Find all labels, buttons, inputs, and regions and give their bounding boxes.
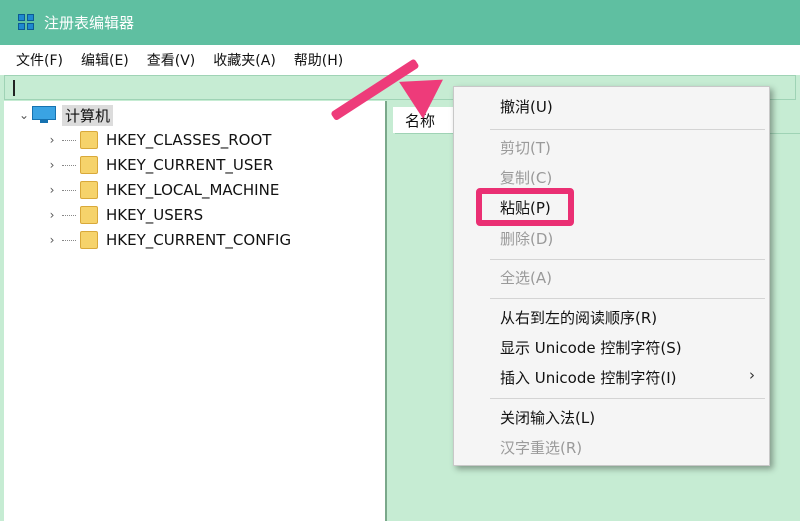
menu-item-reconversion[interactable]: 汉字重选(R) [500, 436, 582, 460]
menu-item-undo[interactable]: 撤消(U) [500, 95, 553, 119]
tree-connector [62, 164, 76, 166]
chevron-right-icon[interactable]: › [44, 158, 60, 172]
menu-file[interactable]: 文件(F) [16, 50, 63, 70]
paste-highlight-annotation [476, 188, 574, 226]
tree-item-label: HKEY_USERS [106, 206, 204, 224]
computer-icon [32, 106, 56, 124]
chevron-right-icon[interactable]: › [44, 183, 60, 197]
menu-favorites[interactable]: 收藏夹(A) [213, 50, 276, 70]
text-caret [13, 80, 15, 96]
menu-separator [490, 298, 765, 299]
tree-connector [62, 189, 76, 191]
menu-view[interactable]: 查看(V) [147, 50, 196, 70]
tree-item-hklm[interactable]: › HKEY_LOCAL_MACHINE [44, 179, 279, 201]
menu-item-rtl-reading[interactable]: 从右到左的阅读顺序(R) [500, 306, 657, 330]
tree-item-hkcc[interactable]: › HKEY_CURRENT_CONFIG [44, 229, 291, 251]
menu-item-insert-unicode[interactable]: 插入 Unicode 控制字符(I) [500, 366, 677, 390]
folder-icon [80, 156, 98, 174]
menu-separator [490, 129, 765, 130]
tree-item-hkcr[interactable]: › HKEY_CLASSES_ROOT [44, 129, 271, 151]
folder-icon [80, 231, 98, 249]
folder-icon [80, 206, 98, 224]
regedit-app-icon [18, 13, 36, 32]
tree-item-label: 计算机 [62, 104, 114, 126]
menu-item-copy[interactable]: 复制(C) [500, 166, 552, 190]
chevron-right-icon: › [749, 366, 755, 384]
tree-item-label: HKEY_CURRENT_CONFIG [106, 231, 292, 249]
tree-connector [62, 239, 76, 241]
menu-separator [490, 259, 765, 260]
menu-item-delete[interactable]: 删除(D) [500, 227, 553, 251]
tree-connector [62, 139, 76, 141]
tree-item-hkcu[interactable]: › HKEY_CURRENT_USER [44, 154, 273, 176]
tree-connector [62, 214, 76, 216]
menu-item-select-all[interactable]: 全选(A) [500, 266, 552, 290]
title-bar[interactable]: 注册表编辑器 [0, 0, 800, 45]
menu-help[interactable]: 帮助(H) [294, 50, 343, 70]
tree-item-label: HKEY_CURRENT_USER [106, 156, 274, 174]
window-title: 注册表编辑器 [44, 14, 135, 32]
chevron-right-icon[interactable]: › [44, 233, 60, 247]
regedit-window: 注册表编辑器 文件(F) 编辑(E) 查看(V) 收藏夹(A) 帮助(H) ⌄ … [0, 0, 800, 521]
folder-icon [80, 131, 98, 149]
tree-item-label: HKEY_LOCAL_MACHINE [106, 181, 280, 199]
menu-separator [490, 398, 765, 399]
context-menu: 撤消(U) 剪切(T) 复制(C) 粘贴(P) 删除(D) 全选(A) 从右到左… [453, 86, 770, 466]
tree-item-hku[interactable]: › HKEY_USERS [44, 204, 203, 226]
tree-pane[interactable]: ⌄ 计算机 › HKEY_CLASSES_ROOT › HKEY_CURRENT… [4, 101, 387, 521]
chevron-down-icon[interactable]: ⌄ [16, 108, 32, 122]
tree-item-computer[interactable]: ⌄ 计算机 [16, 104, 114, 126]
chevron-right-icon[interactable]: › [44, 133, 60, 147]
folder-icon [80, 181, 98, 199]
menu-item-show-unicode[interactable]: 显示 Unicode 控制字符(S) [500, 336, 682, 360]
menu-item-close-ime[interactable]: 关闭输入法(L) [500, 406, 595, 430]
menu-edit[interactable]: 编辑(E) [81, 50, 129, 70]
menu-item-cut[interactable]: 剪切(T) [500, 136, 551, 160]
chevron-right-icon[interactable]: › [44, 208, 60, 222]
tree-item-label: HKEY_CLASSES_ROOT [106, 131, 272, 149]
